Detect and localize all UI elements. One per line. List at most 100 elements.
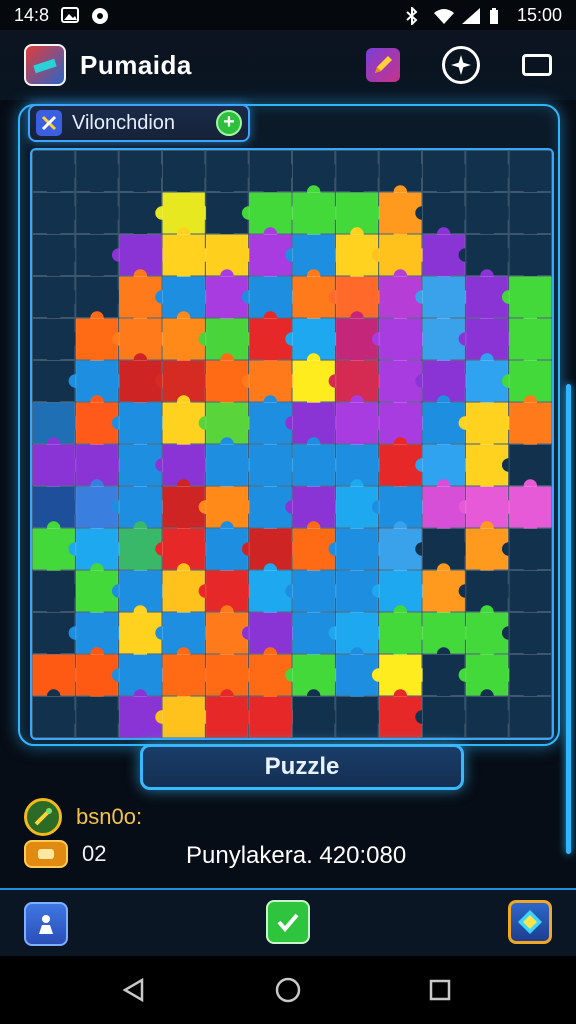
puzzle-piece[interactable] <box>422 402 473 451</box>
puzzle-piece[interactable] <box>205 276 256 325</box>
puzzle-piece[interactable] <box>205 150 256 199</box>
puzzle-piece[interactable] <box>292 444 343 493</box>
puzzle-piece[interactable] <box>422 192 473 241</box>
puzzle-piece[interactable] <box>32 696 83 738</box>
puzzle-piece[interactable] <box>75 276 126 325</box>
puzzle-piece[interactable] <box>75 318 126 367</box>
puzzle-piece[interactable] <box>292 192 343 241</box>
puzzle-piece[interactable] <box>422 150 473 199</box>
puzzle-piece[interactable] <box>378 234 429 283</box>
puzzle-piece[interactable] <box>162 528 213 577</box>
puzzle-piece[interactable] <box>118 612 169 661</box>
puzzle-piece[interactable] <box>378 318 429 367</box>
puzzle-piece[interactable] <box>422 360 473 409</box>
puzzle-piece[interactable] <box>465 360 516 409</box>
puzzle-piece[interactable] <box>75 402 126 451</box>
puzzle-piece[interactable] <box>378 150 429 199</box>
puzzle-piece[interactable] <box>75 360 126 409</box>
puzzle-piece[interactable] <box>378 612 429 661</box>
puzzle-piece[interactable] <box>378 192 429 241</box>
puzzle-piece[interactable] <box>508 486 552 535</box>
puzzle-piece[interactable] <box>508 276 552 325</box>
puzzle-piece[interactable] <box>205 444 256 493</box>
wrench-icon[interactable] <box>24 798 62 836</box>
puzzle-piece[interactable] <box>162 360 213 409</box>
puzzle-piece[interactable] <box>205 654 256 703</box>
puzzle-piece[interactable] <box>32 234 83 283</box>
puzzle-piece[interactable] <box>162 612 213 661</box>
puzzle-piece[interactable] <box>292 402 343 451</box>
puzzle-piece[interactable] <box>118 192 169 241</box>
puzzle-piece[interactable] <box>75 486 126 535</box>
puzzle-piece[interactable] <box>162 276 213 325</box>
puzzle-piece[interactable] <box>32 528 83 577</box>
puzzle-piece[interactable] <box>118 360 169 409</box>
puzzle-piece[interactable] <box>32 570 83 619</box>
puzzle-piece[interactable] <box>75 444 126 493</box>
puzzle-piece[interactable] <box>422 696 473 738</box>
puzzle-piece[interactable] <box>162 444 213 493</box>
puzzle-piece[interactable] <box>162 486 213 535</box>
person-icon[interactable] <box>24 902 68 946</box>
puzzle-piece[interactable] <box>162 654 213 703</box>
puzzle-piece[interactable] <box>378 444 429 493</box>
puzzle-piece[interactable] <box>248 654 299 703</box>
puzzle-piece[interactable] <box>248 444 299 493</box>
puzzle-piece[interactable] <box>32 654 83 703</box>
puzzle-piece[interactable] <box>32 486 83 535</box>
puzzle-piece[interactable] <box>508 654 552 703</box>
puzzle-piece[interactable] <box>465 192 516 241</box>
puzzle-piece[interactable] <box>248 612 299 661</box>
puzzle-piece[interactable] <box>292 696 343 738</box>
puzzle-piece[interactable] <box>465 402 516 451</box>
puzzle-piece[interactable] <box>162 402 213 451</box>
puzzle-piece[interactable] <box>162 150 213 199</box>
puzzle-piece[interactable] <box>422 444 473 493</box>
puzzle-piece[interactable] <box>75 570 126 619</box>
puzzle-piece[interactable] <box>465 318 516 367</box>
puzzle-piece[interactable] <box>465 444 516 493</box>
puzzle-piece[interactable] <box>292 150 343 199</box>
puzzle-piece[interactable] <box>422 276 473 325</box>
puzzle-piece[interactable] <box>118 570 169 619</box>
puzzle-piece[interactable] <box>508 360 552 409</box>
puzzle-piece[interactable] <box>75 150 126 199</box>
puzzle-grid[interactable] <box>32 150 552 738</box>
puzzle-piece[interactable] <box>335 318 386 367</box>
puzzle-piece[interactable] <box>248 570 299 619</box>
puzzle-piece[interactable] <box>335 192 386 241</box>
puzzle-piece[interactable] <box>422 318 473 367</box>
puzzle-piece[interactable] <box>205 612 256 661</box>
puzzle-piece[interactable] <box>118 486 169 535</box>
puzzle-piece[interactable] <box>465 528 516 577</box>
puzzle-piece[interactable] <box>205 696 256 738</box>
puzzle-piece[interactable] <box>292 360 343 409</box>
puzzle-piece[interactable] <box>508 318 552 367</box>
puzzle-piece[interactable] <box>205 402 256 451</box>
puzzle-piece[interactable] <box>205 486 256 535</box>
puzzle-piece[interactable] <box>292 234 343 283</box>
puzzle-piece[interactable] <box>32 192 83 241</box>
puzzle-piece[interactable] <box>465 150 516 199</box>
puzzle-piece[interactable] <box>422 654 473 703</box>
puzzle-piece[interactable] <box>508 528 552 577</box>
puzzle-piece[interactable] <box>75 528 126 577</box>
pencil-icon[interactable] <box>366 48 400 82</box>
puzzle-piece[interactable] <box>335 570 386 619</box>
puzzle-piece[interactable] <box>422 234 473 283</box>
puzzle-piece[interactable] <box>162 318 213 367</box>
puzzle-piece[interactable] <box>118 444 169 493</box>
puzzle-piece[interactable] <box>205 318 256 367</box>
puzzle-piece[interactable] <box>335 654 386 703</box>
puzzle-piece[interactable] <box>205 360 256 409</box>
puzzle-piece[interactable] <box>292 486 343 535</box>
check-icon[interactable] <box>266 900 310 944</box>
puzzle-piece[interactable] <box>248 150 299 199</box>
puzzle-piece[interactable] <box>248 696 299 738</box>
puzzle-piece[interactable] <box>162 192 213 241</box>
recent-icon[interactable] <box>424 974 456 1006</box>
puzzle-piece[interactable] <box>32 402 83 451</box>
puzzle-board[interactable] <box>30 148 554 740</box>
puzzle-piece[interactable] <box>248 486 299 535</box>
puzzle-piece[interactable] <box>465 612 516 661</box>
